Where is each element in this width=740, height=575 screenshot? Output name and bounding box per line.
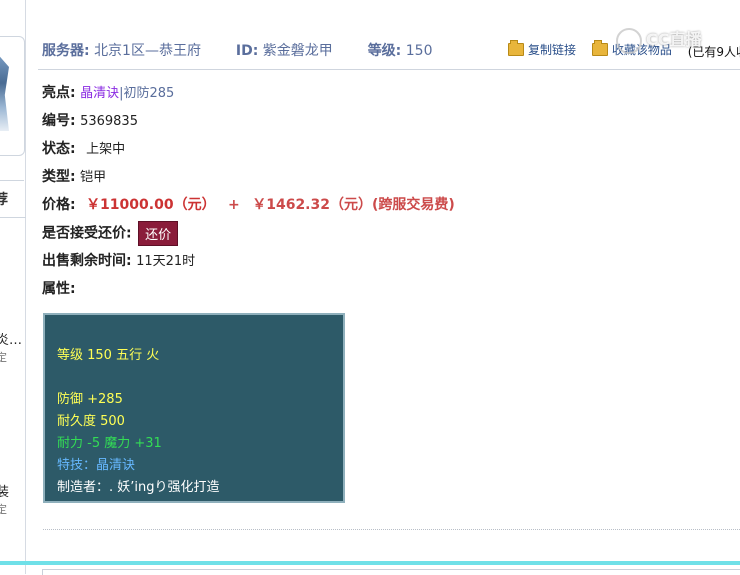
recommend-item-2[interactable]: 装	[0, 481, 9, 500]
serial-row: 编号: 5369835	[42, 110, 138, 130]
server-value: 北京1区—恭王府	[94, 43, 201, 59]
attr-defense: 防御 +285	[57, 392, 123, 407]
remaining-time-label: 出售剩余时间:	[42, 253, 132, 269]
armor-image	[0, 51, 9, 131]
recommend-item-2-sub: 定	[0, 503, 7, 516]
attr-level-line: 等级 150 五行 火	[57, 348, 160, 363]
fee-value: ￥1462.32（元）(跨服交易费)	[252, 197, 455, 213]
attr-durability: 耐久度 500	[57, 414, 125, 429]
serial-label: 编号:	[42, 113, 76, 129]
recommend-title: 荐	[0, 192, 8, 208]
highlight-value-1: 晶清诀	[80, 86, 120, 101]
highlight-row: 亮点: 晶清诀|初防285	[42, 82, 174, 102]
counter-offer-button[interactable]: 还价	[138, 221, 179, 246]
left-sidebar: 荐 炎… 定 装 定	[0, 0, 26, 574]
attr-skill: 特技：晶清诀	[57, 458, 136, 473]
highlight-value-2: 初防285	[123, 86, 175, 101]
id-value: 紫金磐龙甲	[262, 43, 333, 59]
price-label: 价格:	[42, 197, 76, 213]
price-value: ￥11000.00（元）	[86, 197, 216, 213]
recommend-item-1[interactable]: 炎…	[0, 329, 22, 348]
folder-star-icon	[591, 40, 608, 56]
divider	[43, 529, 740, 530]
type-value: 铠甲	[80, 170, 107, 185]
status-row: 状态: 上架中	[42, 138, 125, 158]
section-bar	[0, 561, 740, 565]
watermark-text: CC直播	[646, 30, 702, 49]
recommend-panel: 荐 炎… 定 装 定	[0, 180, 26, 575]
highlight-label: 亮点:	[42, 85, 76, 101]
divider	[0, 217, 26, 218]
copy-link-button[interactable]: 复制链接	[508, 40, 577, 58]
level-value: 150	[405, 43, 433, 59]
recommend-item-1-sub: 定	[0, 351, 7, 364]
item-thumbnail[interactable]	[0, 36, 25, 156]
attribute-panel: 等级 150 五行 火 防御 +285 耐久度 500 耐力 -5 魔力 +31…	[43, 313, 345, 503]
serial-value: 5369835	[80, 114, 138, 129]
counter-offer-row: 是否接受还价: 还价	[42, 221, 179, 246]
bottom-panel	[42, 569, 740, 575]
status-value: 上架中	[86, 142, 126, 157]
attributes-row: 属性:	[42, 278, 76, 298]
attr-maker: 制造者：. 妖’ingり强化打造	[57, 480, 220, 495]
attributes-label: 属性:	[42, 281, 76, 297]
folder-link-icon	[508, 40, 524, 56]
counter-offer-label: 是否接受还价:	[42, 225, 132, 242]
remaining-time-row: 出售剩余时间: 11天21时	[42, 250, 195, 270]
price-plus: +	[228, 197, 240, 213]
level-label: 等级:	[367, 43, 402, 59]
copy-link-label: 复制链接	[528, 43, 577, 57]
type-row: 类型: 铠甲	[42, 166, 106, 186]
price-row: 价格: ￥11000.00（元） + ￥1462.32（元）(跨服交易费)	[42, 194, 455, 214]
divider	[38, 69, 740, 70]
server-label: 服务器:	[42, 43, 90, 59]
item-header: 服务器: 北京1区—恭王府 ID: 紫金磐龙甲 等级: 150	[42, 40, 432, 60]
stream-watermark: CC直播	[616, 26, 702, 54]
remaining-time-value: 11天21时	[136, 254, 196, 269]
status-label: 状态:	[42, 141, 76, 157]
attr-stats: 耐力 -5 魔力 +31	[57, 436, 162, 451]
cc-logo-icon	[616, 27, 642, 54]
type-label: 类型:	[42, 169, 76, 185]
id-label: ID:	[235, 43, 259, 59]
